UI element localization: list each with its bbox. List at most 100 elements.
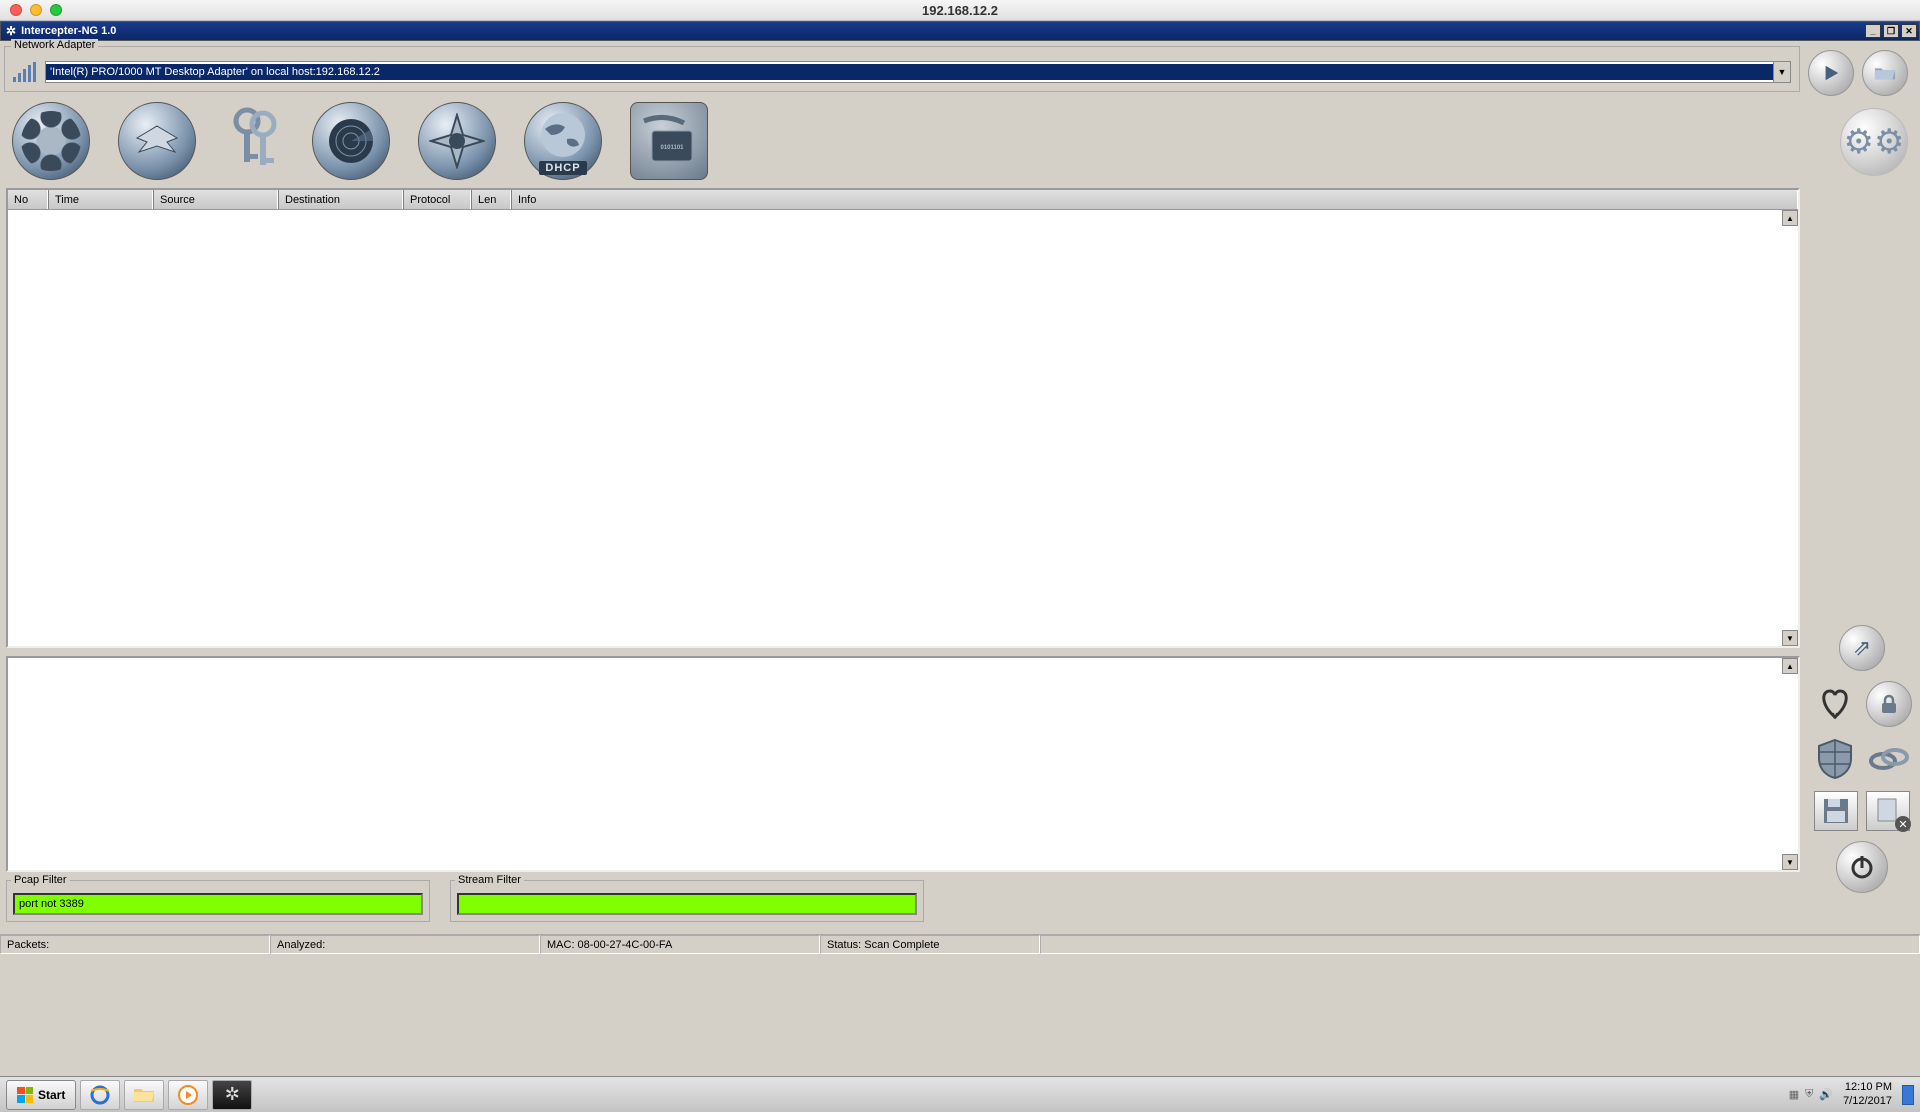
dhcp-label: DHCP	[539, 161, 586, 175]
x-badge-icon: ✕	[1895, 816, 1911, 832]
shield-icon	[1815, 738, 1855, 780]
top-right-controls	[1808, 50, 1908, 96]
packets-table[interactable]: No Time Source Destination Protocol Len …	[6, 188, 1800, 648]
tray-volume-icon[interactable]: 🔊	[1819, 1088, 1833, 1101]
power-button[interactable]	[1836, 841, 1888, 893]
pcap-mode-button[interactable]: 0101101	[630, 102, 708, 180]
status-packets: Packets:	[0, 935, 270, 954]
chevron-down-icon[interactable]: ▼	[1773, 62, 1790, 82]
minimize-icon[interactable]	[30, 4, 42, 16]
taskbar-intercepter[interactable]: ✲	[212, 1080, 252, 1110]
radar-icon	[326, 116, 376, 166]
adapter-legend: Network Adapter	[11, 39, 98, 51]
radar-mode-button[interactable]	[312, 102, 390, 180]
col-protocol[interactable]: Protocol	[403, 190, 471, 209]
keys-mode-button[interactable]	[224, 102, 284, 180]
close-button[interactable]: ✕	[1901, 24, 1917, 38]
maximize-button[interactable]: ❐	[1883, 24, 1899, 38]
dhcp-mode-button[interactable]: DHCP	[524, 102, 602, 180]
open-folder-button[interactable]	[1862, 50, 1908, 96]
col-destination[interactable]: Destination	[278, 190, 403, 209]
tray-icon[interactable]: ▦	[1789, 1088, 1799, 1101]
taskbar-media[interactable]	[168, 1080, 208, 1110]
right-palette: ⇗	[1812, 625, 1912, 893]
gear-icon: ✲	[6, 24, 16, 38]
pcap-filter-group: Pcap Filter	[6, 880, 430, 922]
close-icon[interactable]	[10, 4, 22, 16]
taskbar-explorer[interactable]	[124, 1080, 164, 1110]
clock[interactable]: 12:10 PM 7/12/2017	[1843, 1081, 1892, 1107]
network-adapter-group: Network Adapter 'Intel(R) PRO/1000 MT De…	[4, 46, 1800, 92]
play-icon	[1822, 64, 1840, 82]
window-title: 192.168.12.2	[922, 3, 998, 18]
shuriken-icon	[429, 113, 485, 169]
pcap-filter-input[interactable]	[13, 893, 423, 915]
scroll-down-button[interactable]: ▼	[1782, 854, 1798, 870]
eagle-icon	[127, 118, 187, 164]
gear-icon: ✲	[225, 1084, 240, 1105]
status-analyzed: Analyzed:	[270, 935, 540, 954]
floppy-icon	[1822, 797, 1850, 825]
app-titlebar: ✲ Intercepter-NG 1.0 _ ❐ ✕	[0, 21, 1920, 41]
keys-icon	[227, 106, 281, 176]
clock-date: 7/12/2017	[1843, 1095, 1892, 1108]
play-button[interactable]	[1808, 50, 1854, 96]
start-label: Start	[38, 1088, 65, 1102]
stream-filter-group: Stream Filter	[450, 880, 924, 922]
rings-icon	[1868, 743, 1910, 775]
gears-icon: ⚙⚙	[1844, 122, 1905, 162]
status-scan: Status: Scan Complete	[820, 935, 1040, 954]
settings-button[interactable]: ⚙⚙	[1840, 108, 1908, 176]
folder-icon	[1874, 64, 1896, 82]
windows-icon	[17, 1087, 33, 1103]
taskbar-ie[interactable]	[80, 1080, 120, 1110]
adapter-dropdown[interactable]: 'Intel(R) PRO/1000 MT Desktop Adapter' o…	[45, 61, 1791, 83]
stream-filter-input[interactable]	[457, 893, 917, 915]
link-icon: ⇗	[1853, 635, 1871, 661]
tray-shield-icon[interactable]: ⛨	[1805, 1088, 1813, 1101]
col-info[interactable]: Info	[511, 190, 1798, 209]
pcap-filter-legend: Pcap Filter	[11, 874, 70, 886]
link-button[interactable]: ⇗	[1839, 625, 1885, 671]
col-source[interactable]: Source	[153, 190, 278, 209]
svg-text:0101101: 0101101	[660, 145, 684, 151]
bird-mode-button[interactable]	[118, 102, 196, 180]
traffic-lights	[0, 4, 62, 16]
delete-button[interactable]: ✕	[1866, 791, 1910, 831]
details-pane[interactable]: ▲ ▼	[6, 656, 1800, 872]
lock-button[interactable]	[1866, 681, 1912, 727]
mode-toolbar: DHCP 0101101	[0, 92, 1920, 188]
taskbar: Start ✲ ▦ ⛨ 🔊 12	[0, 1076, 1920, 1112]
cable-box-icon: 0101101	[634, 111, 704, 171]
folder-icon	[133, 1086, 155, 1104]
play-circle-icon	[178, 1085, 198, 1105]
clock-time: 12:10 PM	[1843, 1081, 1892, 1094]
filters-row: Pcap Filter Stream Filter	[6, 880, 1800, 922]
start-button[interactable]: Start	[6, 1080, 76, 1110]
scroll-down-button[interactable]: ▼	[1782, 630, 1798, 646]
heart-button[interactable]	[1812, 681, 1858, 725]
save-button[interactable]	[1814, 791, 1858, 831]
signal-icon	[13, 62, 39, 82]
app-title: Intercepter-NG 1.0	[21, 25, 116, 37]
stream-filter-legend: Stream Filter	[455, 874, 524, 886]
col-len[interactable]: Len	[471, 190, 511, 209]
ie-icon	[89, 1084, 111, 1106]
minimize-button[interactable]: _	[1865, 24, 1881, 38]
table-header: No Time Source Destination Protocol Len …	[8, 190, 1798, 210]
adapter-value: 'Intel(R) PRO/1000 MT Desktop Adapter' o…	[46, 64, 1773, 80]
shield-button[interactable]	[1812, 737, 1858, 781]
mac-titlebar: 192.168.12.2	[0, 0, 1920, 21]
rings-button[interactable]	[1866, 737, 1912, 781]
window-controls: _ ❐ ✕	[1865, 24, 1917, 38]
scroll-up-button[interactable]: ▲	[1782, 210, 1798, 226]
status-empty	[1040, 935, 1920, 954]
tray-icons[interactable]: ▦ ⛨ 🔊	[1789, 1088, 1833, 1101]
icq-mode-button[interactable]	[12, 102, 90, 180]
col-no[interactable]: No	[8, 190, 48, 209]
col-time[interactable]: Time	[48, 190, 153, 209]
show-desktop-button[interactable]	[1902, 1085, 1914, 1105]
zoom-icon[interactable]	[50, 4, 62, 16]
scroll-up-button[interactable]: ▲	[1782, 658, 1798, 674]
spikes-mode-button[interactable]	[418, 102, 496, 180]
